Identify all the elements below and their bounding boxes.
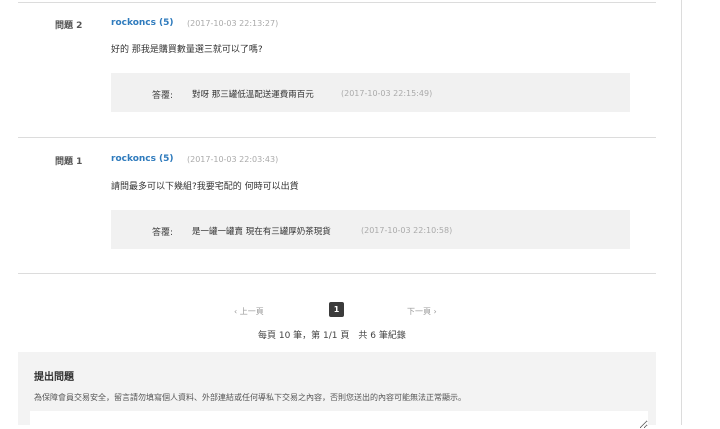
asker-username[interactable]: rockoncs — [111, 18, 156, 28]
current-page-button[interactable]: 1 — [329, 302, 344, 317]
asker-rating-count: (5) — [159, 154, 174, 164]
answer-label: 答覆: — [152, 91, 174, 101]
page-right-border — [681, 0, 682, 425]
next-page-link[interactable]: 下一頁 › — [407, 306, 437, 317]
top-divider — [18, 2, 656, 3]
question-input[interactable] — [30, 411, 648, 429]
asker-rating-count: (5) — [159, 18, 174, 28]
answer-text: 是一罐一罐賣 現在有三罐厚奶茶現貨 — [192, 227, 331, 237]
answer-label: 答覆: — [152, 228, 174, 238]
question-divider — [18, 273, 656, 274]
question-text: 請問最多可以下幾組?我要宅配的 何時可以出貨 — [111, 182, 299, 192]
prev-page-link[interactable]: ‹ 上一頁 — [234, 306, 264, 317]
answer-box: 答覆: 對呀 那三罐低溫配送運費兩百元 (2017-10-03 22:15:49… — [111, 73, 630, 112]
answer-timestamp: (2017-10-03 22:10:58) — [361, 226, 453, 235]
pagination-summary: 每頁 10 筆，第 1/1 頁 共 6 筆紀錄 — [258, 331, 406, 341]
question-number: 問題 2 — [55, 21, 83, 31]
ask-question-panel: 提出問題 為保障會員交易安全，留言請勿填寫個人資料、外部連結或任何導私下交易之內… — [18, 352, 656, 429]
question-text: 好的 那我是購買數量選三就可以了嗎? — [111, 45, 263, 55]
answer-text: 對呀 那三罐低溫配送運費兩百元 — [192, 90, 314, 100]
question-timestamp: (2017-10-03 22:13:27) — [187, 19, 279, 28]
ask-question-title: 提出問題 — [34, 372, 74, 383]
question-number: 問題 1 — [55, 157, 83, 167]
asker-username[interactable]: rockoncs — [111, 154, 156, 164]
answer-box: 答覆: 是一罐一罐賣 現在有三罐厚奶茶現貨 (2017-10-03 22:10:… — [111, 210, 630, 249]
question-timestamp: (2017-10-03 22:03:43) — [187, 155, 279, 164]
answer-timestamp: (2017-10-03 22:15:49) — [341, 89, 433, 98]
safety-notice: 為保障會員交易安全，留言請勿填寫個人資料、外部連結或任何導私下交易之內容，否則您… — [34, 393, 466, 402]
question-divider — [18, 137, 656, 138]
